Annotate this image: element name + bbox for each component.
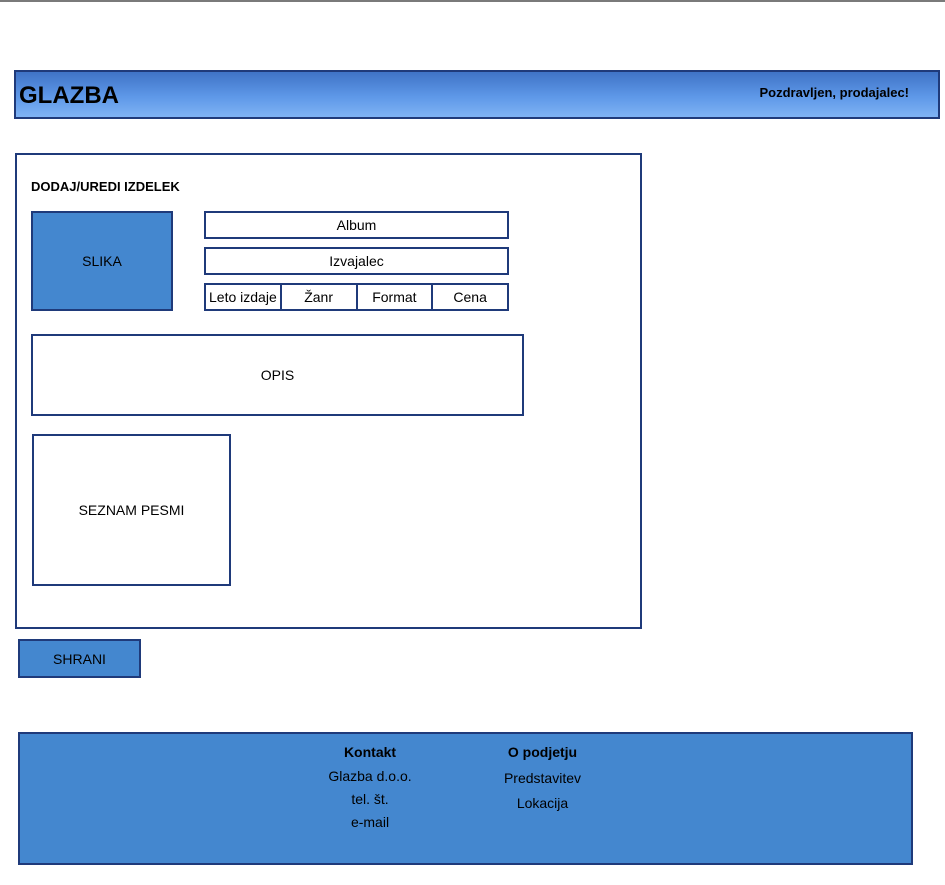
footer-phone[interactable]: tel. št. — [320, 790, 420, 813]
save-button-label: SHRANI — [53, 650, 106, 667]
footer-company-name: Glazba d.o.o. — [328, 768, 412, 784]
release-year-field[interactable]: Leto izdaje — [204, 283, 282, 311]
song-list-field[interactable]: SEZNAM PESMI — [32, 434, 231, 586]
footer-contact-column: Kontakt Glazba d.o.o. tel. št. e-mail — [320, 744, 420, 836]
genre-field[interactable]: Žanr — [279, 283, 358, 311]
artist-field[interactable]: Izvajalec — [204, 247, 509, 275]
album-field-label: Album — [336, 217, 377, 233]
album-field[interactable]: Album — [204, 211, 509, 239]
footer-link-location[interactable]: Lokacija — [490, 794, 595, 819]
song-list-label: SEZNAM PESMI — [78, 502, 185, 518]
price-label: Cena — [453, 289, 487, 305]
description-field[interactable]: OPIS — [31, 334, 524, 416]
artist-field-label: Izvajalec — [329, 253, 384, 269]
footer-link-presentation[interactable]: Predstavitev — [490, 769, 595, 794]
image-upload[interactable]: SLIKA — [31, 211, 173, 311]
site-footer: Kontakt Glazba d.o.o. tel. št. e-mail O … — [18, 732, 913, 865]
brand-logo[interactable]: GLAZBA — [19, 82, 119, 110]
genre-label: Žanr — [304, 289, 334, 305]
site-header: GLAZBA Pozdravljen, prodajalec! — [14, 70, 940, 119]
form-title: DODAJ/UREDI IZDELEK — [31, 179, 180, 194]
product-form-panel: DODAJ/UREDI IZDELEK SLIKA Album Izvajale… — [15, 153, 642, 629]
meta-fields-row: Leto izdaje Žanr Format Cena — [204, 283, 509, 311]
footer-about-heading: O podjetju — [507, 744, 578, 760]
description-label: OPIS — [260, 367, 295, 383]
footer-contact-heading: Kontakt — [343, 744, 397, 760]
format-field[interactable]: Format — [355, 283, 434, 311]
price-field[interactable]: Cena — [431, 283, 509, 311]
save-button[interactable]: SHRANI — [18, 639, 141, 678]
footer-about-column: O podjetju Predstavitev Lokacija — [490, 744, 595, 819]
format-label: Format — [372, 289, 417, 305]
release-year-label: Leto izdaje — [209, 289, 277, 305]
top-divider — [0, 0, 945, 2]
image-upload-label: SLIKA — [82, 253, 122, 269]
user-greeting: Pozdravljen, prodajalec! — [759, 85, 909, 100]
footer-email[interactable]: e-mail — [320, 813, 420, 836]
